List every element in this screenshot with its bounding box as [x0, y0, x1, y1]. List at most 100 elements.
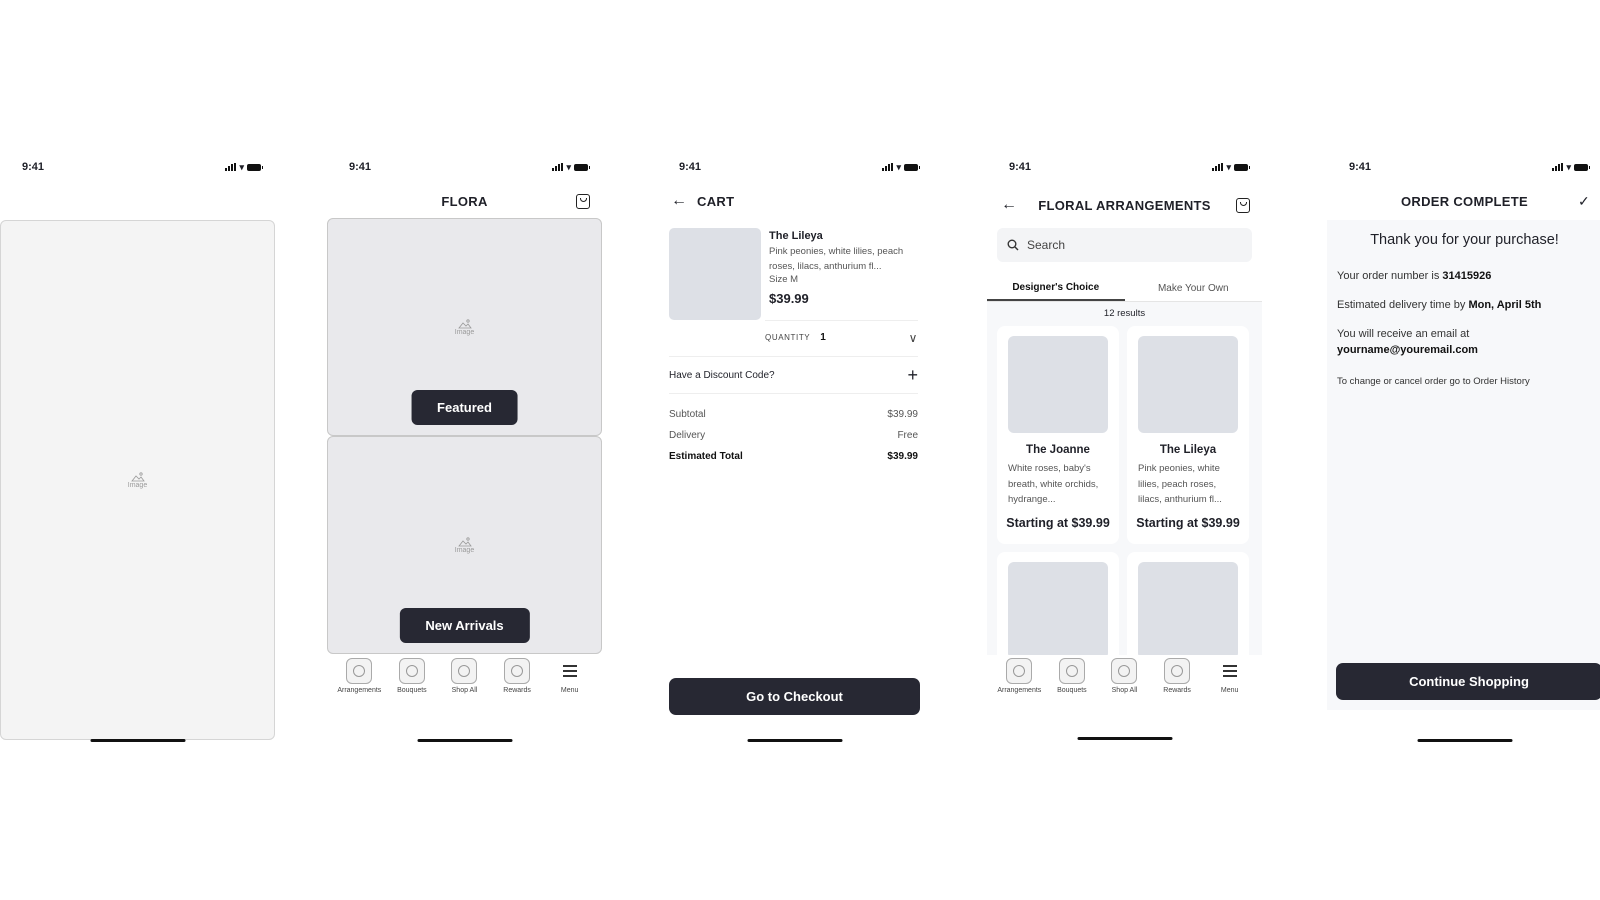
- product-card[interactable]: [997, 552, 1119, 655]
- tab-menu[interactable]: Menu: [544, 658, 596, 694]
- product-price: Starting at $39.99: [1136, 515, 1240, 530]
- product-image: [1138, 562, 1238, 655]
- tab-make-your-own[interactable]: Make Your Own: [1125, 276, 1263, 301]
- new-arrivals-banner[interactable]: Image New Arrivals: [327, 436, 602, 654]
- delivery-line: Estimated delivery time by Mon, April 5t…: [1337, 297, 1592, 313]
- status-time: 9:41: [349, 161, 372, 173]
- image-icon: [457, 318, 472, 328]
- wifi-icon: ▾: [896, 161, 901, 172]
- tab-rewards[interactable]: Rewards: [1151, 658, 1203, 694]
- shopping-bag-icon[interactable]: [576, 193, 590, 209]
- product-description: White roses, baby's breath, white orchid…: [1008, 463, 1099, 505]
- battery-icon: [247, 163, 263, 171]
- tab-arrangements[interactable]: Arrangements: [993, 658, 1045, 694]
- status-bar: 9:41 ▾: [657, 150, 932, 184]
- home-indicator: [1417, 739, 1512, 742]
- checkout-button[interactable]: Go to Checkout: [669, 678, 920, 715]
- screen-floral-arrangements: 9:41 ▾ ← FLORAL ARRANGEMENTS Search Desi…: [987, 150, 1262, 750]
- tab-bouquets[interactable]: Bouquets: [386, 658, 438, 694]
- battery-icon: [904, 163, 920, 171]
- shop-all-icon: [1111, 658, 1138, 684]
- tab-label: Menu: [1220, 687, 1239, 694]
- wifi-icon: ▾: [1566, 161, 1571, 172]
- delivery-label: Estimated delivery time by: [1337, 299, 1469, 311]
- arrangements-icon: [346, 658, 373, 684]
- status-time: 9:41: [22, 161, 45, 173]
- back-arrow-icon[interactable]: ←: [671, 192, 687, 210]
- product-grid-area: 12 results The Joanne White roses, baby'…: [987, 302, 1262, 655]
- product-image: [669, 228, 761, 320]
- order-number-label: Your order number is: [1337, 270, 1443, 282]
- image-placeholder: Image: [127, 471, 148, 489]
- tab-label: Rewards: [1163, 687, 1191, 694]
- home-indicator: [747, 739, 842, 742]
- product-description: Pink peonies, white lilies, peach roses,…: [769, 246, 904, 272]
- tab-label: Rewards: [503, 687, 531, 694]
- product-description: Pink peonies, white lilies, peach roses,…: [1138, 463, 1222, 505]
- tab-label: Menu: [560, 687, 579, 694]
- page-title: FLORA: [441, 193, 488, 209]
- header: ORDER COMPLETE ✓: [1327, 184, 1600, 218]
- signal-icon: [552, 163, 564, 171]
- new-arrivals-button[interactable]: New Arrivals: [399, 608, 530, 643]
- summary-row-total: Estimated Total $39.99: [669, 446, 918, 467]
- plus-icon[interactable]: +: [907, 365, 918, 386]
- image-placeholder-label: Image: [127, 481, 148, 489]
- product-name: The Joanne: [1026, 444, 1090, 456]
- tab-arrangements[interactable]: Arrangements: [333, 658, 385, 694]
- quantity-value: 1: [820, 332, 827, 343]
- continue-shopping-button[interactable]: Continue Shopping: [1336, 663, 1600, 700]
- product-name: The Lileya: [769, 230, 823, 242]
- order-number-line: Your order number is 31415926: [1337, 268, 1592, 284]
- product-card[interactable]: [1127, 552, 1249, 655]
- tab-shop-all[interactable]: Shop All: [438, 658, 490, 694]
- tab-shop-all[interactable]: Shop All: [1098, 658, 1150, 694]
- home-indicator: [1077, 737, 1172, 740]
- quantity-selector[interactable]: QUANTITY 1 ∨: [765, 320, 918, 354]
- rewards-icon: [1164, 658, 1191, 684]
- tab-bouquets[interactable]: Bouquets: [1046, 658, 1098, 694]
- checkmark-icon[interactable]: ✓: [1578, 193, 1590, 210]
- quantity-label: QUANTITY: [765, 333, 811, 342]
- rewards-icon: [504, 658, 531, 684]
- summary-value: Free: [897, 430, 918, 441]
- signal-icon: [1212, 163, 1224, 171]
- product-card[interactable]: The Lileya Pink peonies, white lilies, p…: [1127, 326, 1249, 544]
- hamburger-menu-icon: [557, 658, 583, 684]
- header: FLORA: [327, 184, 602, 218]
- page-title: ORDER COMPLETE: [1401, 193, 1528, 209]
- featured-button[interactable]: Featured: [411, 390, 518, 425]
- image-placeholder: Image: [454, 318, 475, 336]
- discount-code-row[interactable]: Have a Discount Code? +: [669, 356, 918, 394]
- bouquets-icon: [398, 658, 425, 684]
- search-icon: [1007, 239, 1019, 251]
- tab-designers-choice[interactable]: Designer's Choice: [987, 276, 1125, 301]
- status-bar: 9:41 ▾: [327, 150, 602, 184]
- chevron-down-icon[interactable]: ∨: [909, 331, 918, 345]
- screen-home: 9:41 ▾ FLORA Image Featured Image New Ar…: [327, 150, 602, 750]
- signal-icon: [882, 163, 894, 171]
- featured-banner[interactable]: Image Featured: [327, 218, 602, 436]
- product-price: Starting at $39.99: [1006, 515, 1110, 530]
- product-image: [1008, 562, 1108, 655]
- image-placeholder-label: Image: [454, 328, 475, 336]
- image-placeholder-label: Image: [454, 546, 475, 554]
- summary-row: Delivery Free: [669, 425, 918, 446]
- tabs: Designer's Choice Make Your Own: [987, 276, 1262, 302]
- shopping-bag-icon[interactable]: [1236, 197, 1250, 213]
- order-number: 31415926: [1442, 270, 1492, 282]
- product-card[interactable]: The Joanne White roses, baby's breath, w…: [997, 326, 1119, 544]
- status-time: 9:41: [1349, 161, 1372, 173]
- battery-icon: [574, 163, 590, 171]
- signal-icon: [1552, 163, 1564, 171]
- tab-label: Arrangements: [997, 687, 1042, 694]
- wifi-icon: ▾: [566, 161, 571, 172]
- back-arrow-icon[interactable]: ←: [1001, 196, 1017, 214]
- email-address: yourname@youremail.com: [1337, 344, 1478, 356]
- header: ← CART: [657, 184, 932, 218]
- tab-menu[interactable]: Menu: [1204, 658, 1256, 694]
- home-indicator: [90, 739, 185, 742]
- battery-icon: [1234, 163, 1250, 171]
- tab-rewards[interactable]: Rewards: [491, 658, 543, 694]
- search-input[interactable]: Search: [997, 228, 1252, 262]
